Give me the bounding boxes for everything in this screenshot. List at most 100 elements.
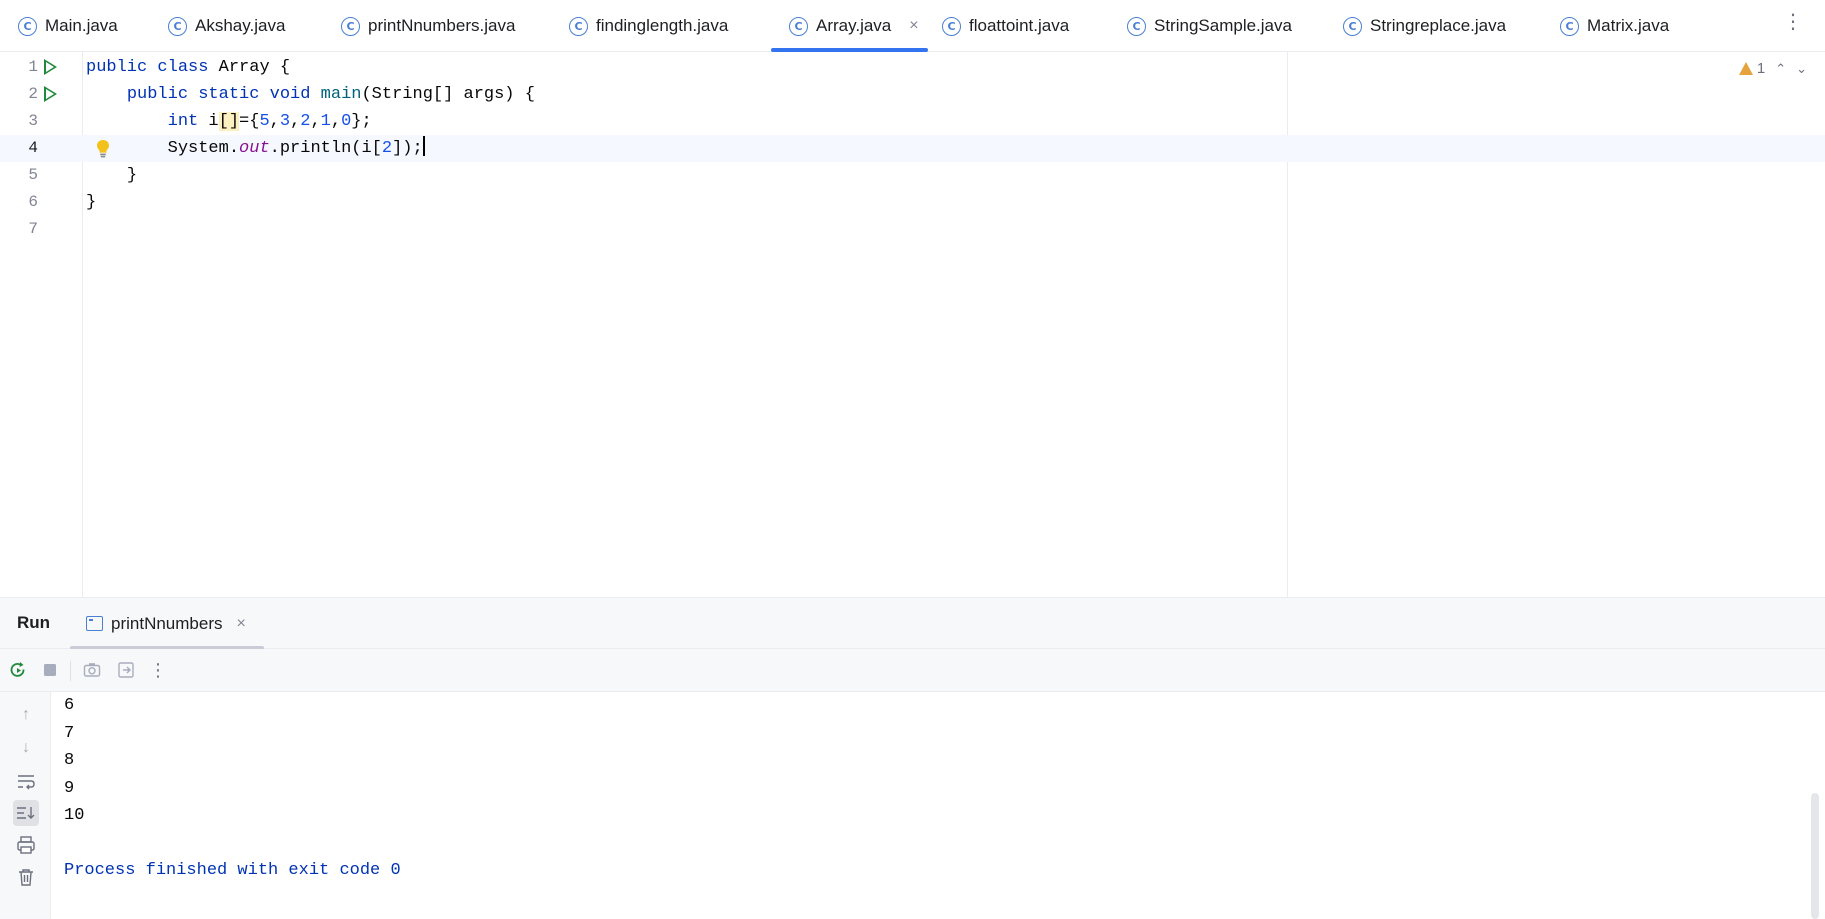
tab-stringreplace-java[interactable]: C Stringreplace.java [1325,0,1506,52]
tab-array-java[interactable]: C Array.java × [771,0,928,52]
keyword: public [126,85,189,104]
tab-stringsample-java[interactable]: C StringSample.java [1109,0,1292,52]
exit-icon[interactable] [116,660,136,680]
editor-tab-bar: C Main.java C Akshay.java C printNnumber… [0,0,1825,52]
code-token: .println(i[ [269,139,382,158]
class-icon: C [168,16,187,36]
tab-printnnumbers-java[interactable]: C printNnumbers.java [323,0,515,52]
run-tab-printnnumbers[interactable]: printNnumbers × [70,598,264,650]
code-token: } [86,193,97,212]
text-caret [422,136,425,156]
code-text: System.out.println(i[2]); [86,135,425,162]
tab-matrix-java[interactable]: C Matrix.java [1542,0,1669,52]
code-token: Array { [208,58,291,77]
keyword: int [167,112,199,131]
toolbar-separator [70,661,71,681]
console-line: 10 [64,806,85,825]
console-icon [86,616,103,631]
more-tabs-icon[interactable]: ⋮ [1783,12,1803,32]
console-scrollbar[interactable] [1811,793,1819,919]
stop-icon[interactable] [40,660,60,680]
code-text: int i[]={5,3,2,1,0}; [167,112,372,131]
line-number: 6 [28,193,38,211]
run-tab-label: printNnumbers [111,613,223,633]
code-text: } [86,189,96,216]
line-number: 2 [28,85,38,103]
number-literal: 5 [259,112,270,131]
number-literal: 0 [341,112,352,131]
more-actions-icon[interactable]: ⋮ [148,660,168,680]
code-token: } [126,166,138,185]
class-icon: C [1560,16,1579,36]
console-line: 6 [64,696,75,715]
keyword: void [269,85,311,104]
tab-label: floattoint.java [969,16,1070,35]
keyword: static [198,85,260,104]
run-header: Run printNnumbers × [0,598,1825,650]
highlighted-brackets: [] [218,112,240,131]
tab-akshay-java[interactable]: C Akshay.java [150,0,285,52]
tab-label: Matrix.java [1587,16,1670,35]
console-line: 7 [64,723,75,743]
class-icon: C [1343,16,1362,36]
print-icon[interactable] [13,832,39,858]
close-run-tab-icon[interactable]: × [237,615,246,633]
code-text: } [86,162,137,189]
run-tool-window: Run printNnumbers × ⋮ ↑ ↓ 6 7 8 9 10 Pro… [0,597,1825,919]
tab-main-java[interactable]: C Main.java [0,0,118,52]
class-icon: C [341,16,360,36]
console-output[interactable]: 6 7 8 9 10 Process finished with exit co… [64,692,401,885]
tab-label: Array.java [816,16,892,35]
code-editor[interactable]: 1 ⌃ ⌄ 1 public class Array { 2 public st… [0,52,1825,597]
code-line: 2 public static void main(String[] args)… [0,81,1825,108]
tab-label: Akshay.java [195,16,286,35]
class-icon: C [789,16,808,36]
tab-label: printNnumbers.java [368,16,516,35]
run-window-title: Run [17,613,51,632]
tab-label: StringSample.java [1154,16,1292,35]
line-number: 3 [28,112,38,130]
soft-wrap-icon[interactable] [13,768,39,794]
code-token: ={ [239,112,260,131]
tab-floattoint-java[interactable]: C floattoint.java [924,0,1069,52]
keyword: public [86,58,148,77]
method-name: main [320,85,362,104]
run-icon[interactable] [44,86,57,102]
tab-label: findinglength.java [596,16,729,35]
code-line: 5 } [0,162,1825,189]
number-literal: 2 [381,139,393,158]
keyword: class [157,58,209,77]
trash-icon[interactable] [13,864,39,890]
code-token: (String[] args) { [361,85,535,104]
line-number: 5 [28,166,38,184]
code-line: 3 int i[]={5,3,2,1,0}; [0,108,1825,135]
code-token: System. [167,139,240,158]
line-number: 1 [28,58,38,76]
tab-findinglength-java[interactable]: C findinglength.java [551,0,728,52]
camera-icon[interactable] [82,660,102,680]
console-line: 8 [64,751,75,770]
run-icon[interactable] [44,59,57,75]
class-icon: C [942,16,961,36]
scroll-to-end-icon[interactable] [13,800,39,826]
number-literal: 2 [300,112,311,131]
code-line: 1 public class Array { [0,54,1825,81]
code-token: i [198,112,219,131]
close-tab-icon[interactable]: × [909,17,918,35]
run-toolbar: ⋮ [0,649,1825,692]
code-line-current: 4 System.out.println(i[2]); [0,135,1825,162]
tab-label: Stringreplace.java [1370,16,1507,35]
line-number: 4 [28,139,38,157]
console-line: 9 [64,778,75,798]
code-token: ]); [392,139,423,158]
up-arrow-icon[interactable]: ↑ [13,702,39,728]
console-side-toolbar: ↑ ↓ [0,692,51,919]
code-line: 7 [0,216,1825,243]
down-arrow-icon[interactable]: ↓ [13,735,39,761]
class-icon: C [569,16,588,36]
rerun-icon[interactable] [8,660,28,680]
process-finished-message: Process finished with exit code 0 [64,861,401,880]
code-text: public static void main(String[] args) { [86,81,535,108]
code-text: public class Array { [86,54,290,81]
